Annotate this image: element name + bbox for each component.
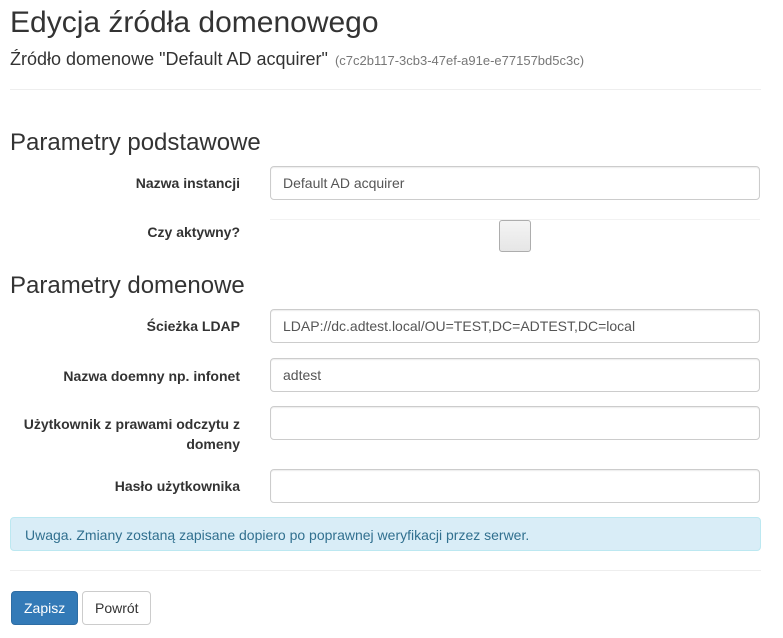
domain-user-label: Użytkownik z prawami odczytu z domeny	[23, 416, 240, 452]
source-name: Źródło domenowe "Default AD acquirer"	[10, 49, 328, 69]
basic-section-title: Parametry podstawowe	[10, 129, 261, 156]
footer-divider	[10, 570, 761, 571]
source-guid: (c7c2b117-3cb3-47ef-a91e-e77157bd5c3c)	[334, 53, 585, 68]
header-divider	[10, 89, 761, 90]
domain-name-label: Nazwa doemny np. infonet	[63, 368, 240, 384]
ldap-path-input[interactable]: LDAP://dc.adtest.local/OU=TEST,DC=ADTEST…	[270, 309, 760, 343]
user-password-label: Hasło użytkownika	[114, 478, 240, 494]
page-title: Edycja źródła domenowego	[10, 6, 379, 39]
info-alert: Uwaga. Zmiany zostaną zapisane dopiero p…	[10, 517, 761, 551]
instance-name-label: Nazwa instancji	[135, 175, 240, 191]
domain-section-title: Parametry domenowe	[10, 272, 245, 299]
active-checkbox[interactable]	[499, 220, 531, 252]
instance-name-input[interactable]: Default AD acquirer	[270, 166, 760, 200]
domain-name-input[interactable]: adtest	[270, 358, 760, 392]
active-label: Czy aktywny?	[147, 224, 240, 240]
back-button[interactable]: Powrót	[82, 591, 151, 625]
page-subtitle: Źródło domenowe "Default AD acquirer" (c…	[10, 47, 584, 73]
user-password-input[interactable]	[270, 469, 760, 503]
domain-user-input[interactable]	[270, 406, 760, 440]
save-button[interactable]: Zapisz	[11, 591, 78, 625]
ldap-path-label: Ścieżka LDAP	[146, 318, 240, 334]
active-toggle-area	[270, 219, 760, 252]
